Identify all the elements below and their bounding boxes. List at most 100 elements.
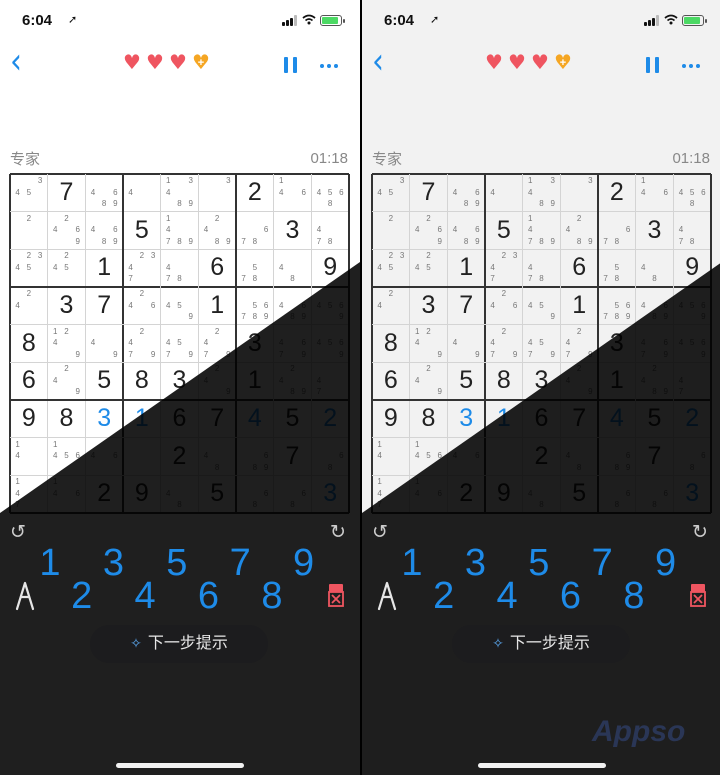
sudoku-cell[interactable]: 249 xyxy=(198,362,236,400)
sudoku-cell[interactable]: 459 xyxy=(523,287,561,325)
number-key-6[interactable]: 6 xyxy=(555,576,587,616)
sudoku-cell[interactable]: 2479 xyxy=(485,325,523,363)
sudoku-cell[interactable]: 8 xyxy=(485,362,523,400)
pencil-notes-icon[interactable] xyxy=(376,581,398,613)
sudoku-cell[interactable]: 6 xyxy=(560,249,598,287)
sudoku-cell[interactable]: 68 xyxy=(236,475,274,513)
sudoku-cell[interactable]: 2469 xyxy=(410,212,448,250)
sudoku-cell[interactable]: 146 xyxy=(636,174,674,212)
sudoku-cell[interactable]: 3 xyxy=(523,362,561,400)
sudoku-cell[interactable]: 49 xyxy=(85,325,123,363)
next-step-hint-button[interactable]: ✧ 下一步提示 xyxy=(90,625,268,663)
sudoku-cell[interactable]: 2 xyxy=(10,212,48,250)
sudoku-cell[interactable]: 4569 xyxy=(311,287,349,325)
sudoku-cell[interactable]: 8 xyxy=(372,325,410,363)
sudoku-cell[interactable]: 2489 xyxy=(198,212,236,250)
number-key-3[interactable]: 3 xyxy=(459,543,491,583)
sudoku-cell[interactable]: 2 xyxy=(673,400,711,438)
sudoku-cell[interactable]: 147 xyxy=(372,475,410,513)
sudoku-cell[interactable]: 9 xyxy=(673,249,711,287)
sudoku-cell[interactable]: 478 xyxy=(311,212,349,250)
sudoku-cell[interactable]: 7 xyxy=(85,287,123,325)
sudoku-cell[interactable]: 2479 xyxy=(123,325,161,363)
sudoku-cell[interactable]: 7 xyxy=(48,174,86,212)
sudoku-cell[interactable]: 14789 xyxy=(161,212,199,250)
sudoku-cell[interactable]: 146 xyxy=(48,475,86,513)
sudoku-cell[interactable]: 1249 xyxy=(410,325,448,363)
sudoku-cell[interactable]: 4569 xyxy=(673,325,711,363)
sudoku-cell[interactable]: 3 xyxy=(598,325,636,363)
sudoku-cell[interactable]: 2 xyxy=(523,438,561,476)
sudoku-cell[interactable]: 4 xyxy=(236,400,274,438)
sudoku-cell[interactable]: 345 xyxy=(372,174,410,212)
sudoku-cell[interactable]: 7 xyxy=(447,287,485,325)
sudoku-cell[interactable]: 2489 xyxy=(560,212,598,250)
number-key-4[interactable]: 4 xyxy=(491,576,523,616)
sudoku-cell[interactable]: 4689 xyxy=(85,174,123,212)
number-key-1[interactable]: 1 xyxy=(396,543,428,583)
sudoku-cell[interactable]: 3 xyxy=(85,400,123,438)
sudoku-cell[interactable]: 13489 xyxy=(161,174,199,212)
sudoku-cell[interactable]: 578 xyxy=(236,249,274,287)
sudoku-cell[interactable]: 8 xyxy=(48,400,86,438)
sudoku-cell[interactable]: 49 xyxy=(447,325,485,363)
sudoku-cell[interactable]: 5 xyxy=(560,475,598,513)
sudoku-cell[interactable]: 47 xyxy=(311,362,349,400)
number-key-2[interactable]: 2 xyxy=(66,576,98,616)
sudoku-cell[interactable]: 2479 xyxy=(560,325,598,363)
sudoku-cell[interactable]: 3 xyxy=(48,287,86,325)
sudoku-cell[interactable]: 14 xyxy=(10,438,48,476)
sudoku-cell[interactable]: 689 xyxy=(236,438,274,476)
number-key-2[interactable]: 2 xyxy=(428,576,460,616)
sudoku-cell[interactable]: 14 xyxy=(372,438,410,476)
sudoku-cell[interactable]: 6 xyxy=(372,362,410,400)
sudoku-cell[interactable]: 46 xyxy=(85,438,123,476)
sudoku-cell[interactable]: 4679 xyxy=(636,325,674,363)
sudoku-cell[interactable]: 478 xyxy=(161,249,199,287)
undo-button[interactable]: ↺ xyxy=(10,521,26,543)
pause-button[interactable] xyxy=(284,57,298,73)
sudoku-cell[interactable]: 245 xyxy=(410,249,448,287)
sudoku-cell[interactable]: 48 xyxy=(198,438,236,476)
sudoku-cell[interactable]: 24 xyxy=(372,287,410,325)
number-key-5[interactable]: 5 xyxy=(523,543,555,583)
sudoku-cell[interactable]: 1 xyxy=(560,287,598,325)
sudoku-cell[interactable]: 2 xyxy=(236,174,274,212)
sudoku-cell[interactable]: 1456 xyxy=(410,438,448,476)
sudoku-cell[interactable]: 46 xyxy=(447,438,485,476)
sudoku-cell[interactable]: 2 xyxy=(85,475,123,513)
sudoku-cell[interactable]: 246 xyxy=(123,287,161,325)
sudoku-cell[interactable]: 4689 xyxy=(447,174,485,212)
sudoku-cell[interactable]: 7 xyxy=(560,400,598,438)
sudoku-cell[interactable]: 1456 xyxy=(48,438,86,476)
sudoku-cell[interactable]: 249 xyxy=(48,362,86,400)
sudoku-cell[interactable]: 1 xyxy=(198,287,236,325)
redo-button[interactable]: ↻ xyxy=(692,521,708,543)
sudoku-cell[interactable]: 6 xyxy=(198,249,236,287)
sudoku-cell[interactable]: 4 xyxy=(123,174,161,212)
sudoku-cell[interactable]: 1 xyxy=(236,362,274,400)
sudoku-cell[interactable]: 4568 xyxy=(673,174,711,212)
sudoku-cell[interactable]: 8 xyxy=(410,400,448,438)
bonus-heart-icon[interactable]: ♥ + xyxy=(191,52,211,72)
sudoku-cell[interactable]: 2479 xyxy=(198,325,236,363)
more-button[interactable] xyxy=(682,64,700,68)
sudoku-cell[interactable]: 2347 xyxy=(485,249,523,287)
sudoku-cell[interactable]: 459 xyxy=(161,287,199,325)
sudoku-cell[interactable]: 8 xyxy=(123,362,161,400)
redo-button[interactable]: ↻ xyxy=(330,521,346,543)
sudoku-cell[interactable]: 68 xyxy=(673,438,711,476)
sudoku-cell[interactable]: 24 xyxy=(10,287,48,325)
sudoku-cell[interactable]: 2 xyxy=(447,475,485,513)
sudoku-cell[interactable]: 4 xyxy=(598,400,636,438)
sudoku-cell[interactable] xyxy=(485,438,523,476)
sudoku-cell[interactable]: 689 xyxy=(598,438,636,476)
sudoku-cell[interactable]: 478 xyxy=(523,249,561,287)
sudoku-cell[interactable]: 56789 xyxy=(598,287,636,325)
sudoku-cell[interactable]: 4579 xyxy=(523,325,561,363)
sudoku-cell[interactable]: 9 xyxy=(10,400,48,438)
number-key-9[interactable]: 9 xyxy=(650,543,682,583)
number-key-1[interactable]: 1 xyxy=(34,543,66,583)
sudoku-cell[interactable]: 3 xyxy=(198,174,236,212)
sudoku-cell[interactable]: 6 xyxy=(161,400,199,438)
